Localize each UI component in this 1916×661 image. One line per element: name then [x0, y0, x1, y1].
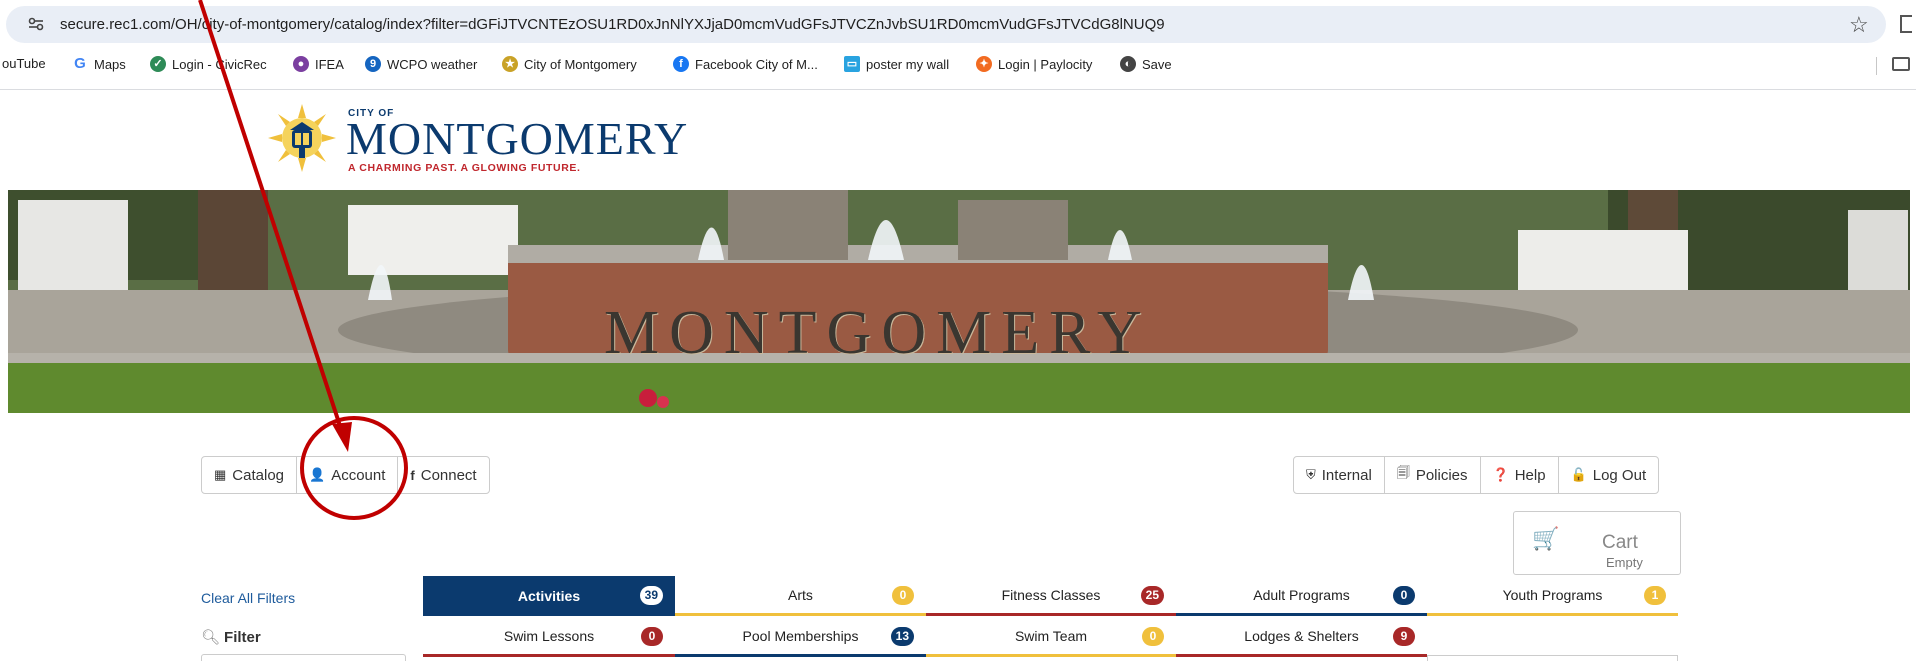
facebook-f-icon: f: [410, 467, 415, 483]
page: secure.rec1.com/OH/city-of-montgomery/ca…: [0, 0, 1916, 661]
city-logo[interactable]: CITY OF MONTGOMERY A CHARMING PAST. A GL…: [268, 104, 687, 176]
nav-policies-button[interactable]: 🗐 Policies: [1385, 457, 1481, 493]
nav-connect-button[interactable]: f Connect: [398, 457, 488, 493]
document-icon: 🗐: [1396, 465, 1410, 480]
save-globe-icon: ◐: [1120, 56, 1136, 72]
fountain-engraving: MONTGOMERY: [604, 299, 1152, 367]
tab-count-badge: 25: [1140, 586, 1164, 605]
utility-nav: ⛨ Internal 🗐 Policies ❓ Help 🔓 Log Out: [1293, 456, 1660, 494]
tab-count-badge: 13: [890, 627, 914, 646]
postermywall-icon: ▭: [844, 56, 860, 72]
weather-icon: 9: [365, 56, 381, 72]
annotation-arrow-head: [332, 422, 352, 452]
cart-status: Empty: [1606, 555, 1643, 570]
tab-count-badge: 9: [1393, 627, 1415, 646]
city-seal-icon: ★: [502, 56, 518, 72]
bookmark-star-icon[interactable]: ☆: [1849, 12, 1869, 38]
tab-arts[interactable]: Arts 0: [675, 576, 926, 616]
tab-lodges-shelters[interactable]: Lodges & Shelters 9: [1176, 617, 1427, 657]
url-text[interactable]: secure.rec1.com/OH/city-of-montgomery/ca…: [60, 16, 1165, 33]
chrome-separator: [0, 89, 1916, 90]
bookmark-facebook[interactable]: f Facebook City of M...: [673, 56, 818, 72]
tab-pool-memberships[interactable]: Pool Memberships 13: [675, 617, 926, 657]
cart-label: Cart: [1602, 532, 1638, 553]
bookmarks-divider: [1876, 57, 1877, 75]
bookmark-wcpo[interactable]: 9 WCPO weather: [365, 56, 477, 72]
bookmark-ifea[interactable]: ● IFEA: [293, 56, 344, 72]
filter-input[interactable]: [201, 654, 406, 661]
bookmark-postermywall[interactable]: ▭ poster my wall: [844, 56, 949, 72]
cart-widget[interactable]: 🛒 Cart Empty: [1513, 511, 1681, 575]
logo-name: MONTGOMERY: [346, 113, 689, 164]
logo-tagline: A CHARMING PAST. A GLOWING FUTURE.: [348, 162, 581, 174]
ifea-icon: ●: [293, 56, 309, 72]
bookmark-civicrec[interactable]: ✓ Login - CivicRec: [150, 56, 267, 72]
bookmark-city[interactable]: ★ City of Montgomery: [502, 56, 637, 72]
tab-count-badge: 1: [1644, 586, 1666, 605]
bookmark-maps[interactable]: G Maps: [72, 56, 126, 72]
google-icon: G: [72, 56, 88, 72]
site-settings-icon[interactable]: [28, 17, 44, 31]
side-panel-icon[interactable]: [1900, 15, 1912, 33]
tab-swim-lessons[interactable]: Swim Lessons 0: [423, 617, 675, 657]
cart-icon: 🛒: [1532, 526, 1560, 551]
tab-adult-programs[interactable]: Adult Programs 0: [1176, 576, 1427, 616]
tab-activities[interactable]: Activities 39: [423, 576, 675, 616]
bookmark-youtube[interactable]: ouTube: [2, 56, 46, 71]
bookmarks-bar: ouTube G Maps ✓ Login - CivicRec ● IFEA 9 WC…: [0, 52, 1916, 80]
tab-swim-team[interactable]: Swim Team 0: [926, 617, 1176, 657]
tab-fitness-classes[interactable]: Fitness Classes 25: [926, 576, 1176, 616]
tab-row-filler: [1427, 655, 1678, 661]
civicrec-icon: ✓: [150, 56, 166, 72]
tab-count-badge: 0: [892, 586, 914, 605]
facebook-icon: f: [673, 56, 689, 72]
tab-count-badge: 0: [1393, 586, 1415, 605]
nav-internal-button[interactable]: ⛨ Internal: [1294, 457, 1385, 493]
folder-icon[interactable]: [1892, 57, 1910, 71]
main-nav: ▦ Catalog 👤 Account f Connect: [201, 456, 490, 494]
nav-catalog-button[interactable]: ▦ Catalog: [202, 457, 297, 493]
paylocity-icon: ✦: [976, 56, 992, 72]
magnifier-icon: 🔍︎: [201, 629, 221, 646]
bookmark-paylocity[interactable]: ✦ Login | Paylocity: [976, 56, 1092, 72]
user-icon: 👤: [309, 467, 326, 482]
lantern-sun-icon: [268, 104, 336, 172]
nav-account-button[interactable]: 👤 Account: [297, 457, 399, 493]
hero-banner: MONTGOMERY: [8, 190, 1910, 413]
tab-youth-programs[interactable]: Youth Programs 1: [1427, 576, 1678, 616]
nav-help-button[interactable]: ❓ Help: [1481, 457, 1559, 493]
tab-count-badge: 0: [1142, 627, 1164, 646]
url-field[interactable]: secure.rec1.com/OH/city-of-montgomery/ca…: [6, 6, 1886, 43]
unlock-icon: 🔓: [1570, 467, 1587, 482]
tab-count-badge: 0: [641, 627, 663, 646]
shield-icon: ⛨: [1306, 467, 1316, 482]
grid-icon: ▦: [214, 467, 227, 482]
clear-all-filters-link[interactable]: Clear All Filters: [201, 590, 295, 606]
bookmark-save[interactable]: ◐ Save: [1120, 56, 1172, 72]
question-circle-icon: ❓: [1492, 467, 1509, 482]
address-bar: secure.rec1.com/OH/city-of-montgomery/ca…: [0, 6, 1916, 43]
tab-count-badge: 39: [639, 586, 663, 605]
nav-logout-button[interactable]: 🔓 Log Out: [1559, 457, 1659, 493]
filter-heading: 🔍︎ Filter: [201, 628, 261, 647]
